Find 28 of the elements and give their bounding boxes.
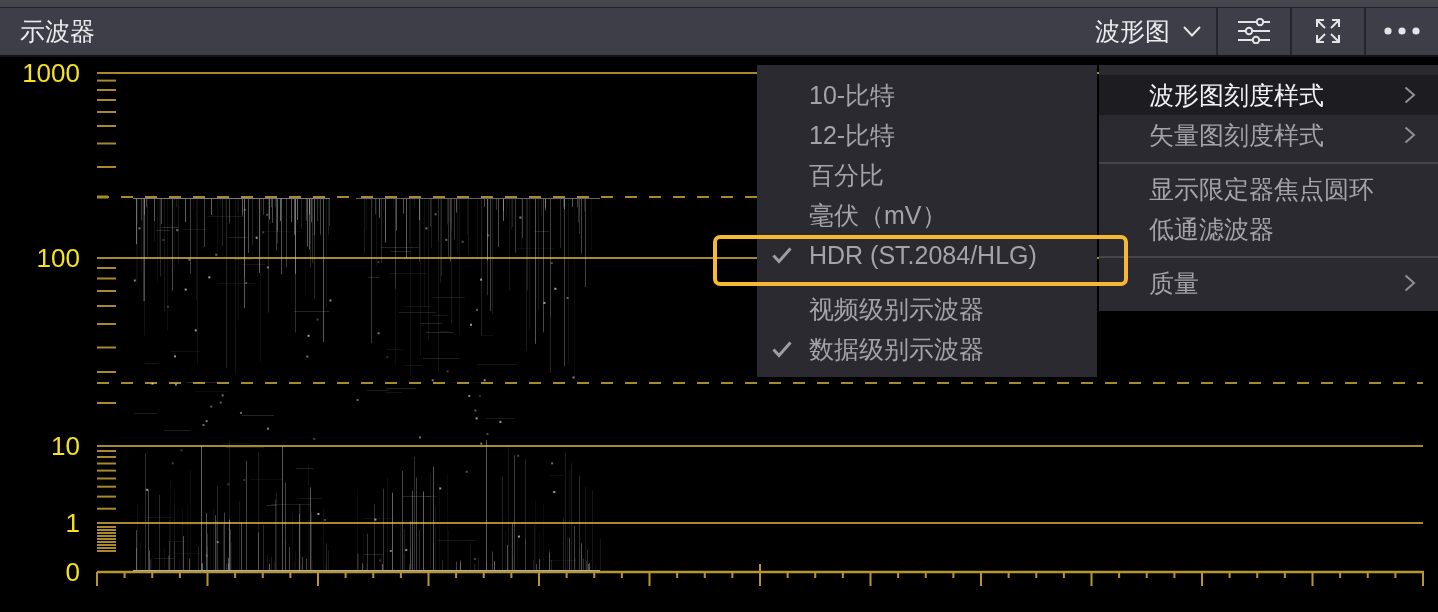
chevron-right-icon — [1404, 274, 1416, 292]
sliders-icon — [1238, 18, 1270, 44]
menu-item[interactable]: 矢量图刻度样式 — [1099, 115, 1438, 155]
view-dropdown[interactable]: 波形图 — [1083, 7, 1216, 55]
scale-label: 0 — [65, 557, 80, 587]
scale-label: 10 — [51, 431, 80, 461]
menu-item[interactable]: 波形图刻度样式 — [1099, 75, 1438, 115]
expand-icon — [1316, 19, 1340, 43]
menu-item[interactable]: 质量 — [1099, 263, 1438, 303]
scale-label: 100 — [36, 243, 80, 273]
menu-item[interactable]: 10-比特 — [757, 75, 1097, 115]
menu-item[interactable]: 百分比 — [757, 155, 1097, 195]
menu-item[interactable]: 毫伏（mV） — [757, 195, 1097, 235]
menu-item[interactable]: 视频级别示波器 — [757, 289, 1097, 329]
menu-item[interactable]: HDR (ST.2084/HLG) — [757, 235, 1097, 275]
scale-label: 1000 — [22, 58, 80, 88]
chevron-right-icon — [1404, 86, 1416, 104]
scale-label: 1 — [65, 508, 80, 538]
more-icon — [1384, 27, 1420, 35]
checkmark-icon — [772, 246, 792, 264]
panel-title: 示波器 — [19, 15, 95, 47]
menu-item[interactable]: 低通滤波器 — [1099, 209, 1438, 249]
chevron-right-icon — [1404, 126, 1416, 144]
checkmark-icon — [772, 340, 792, 358]
menu-item[interactable]: 显示限定器焦点圆环 — [1099, 169, 1438, 209]
chevron-down-icon — [1183, 25, 1201, 37]
menu-item[interactable]: 数据级别示波器 — [757, 329, 1097, 369]
menu-item[interactable]: 12-比特 — [757, 115, 1097, 155]
